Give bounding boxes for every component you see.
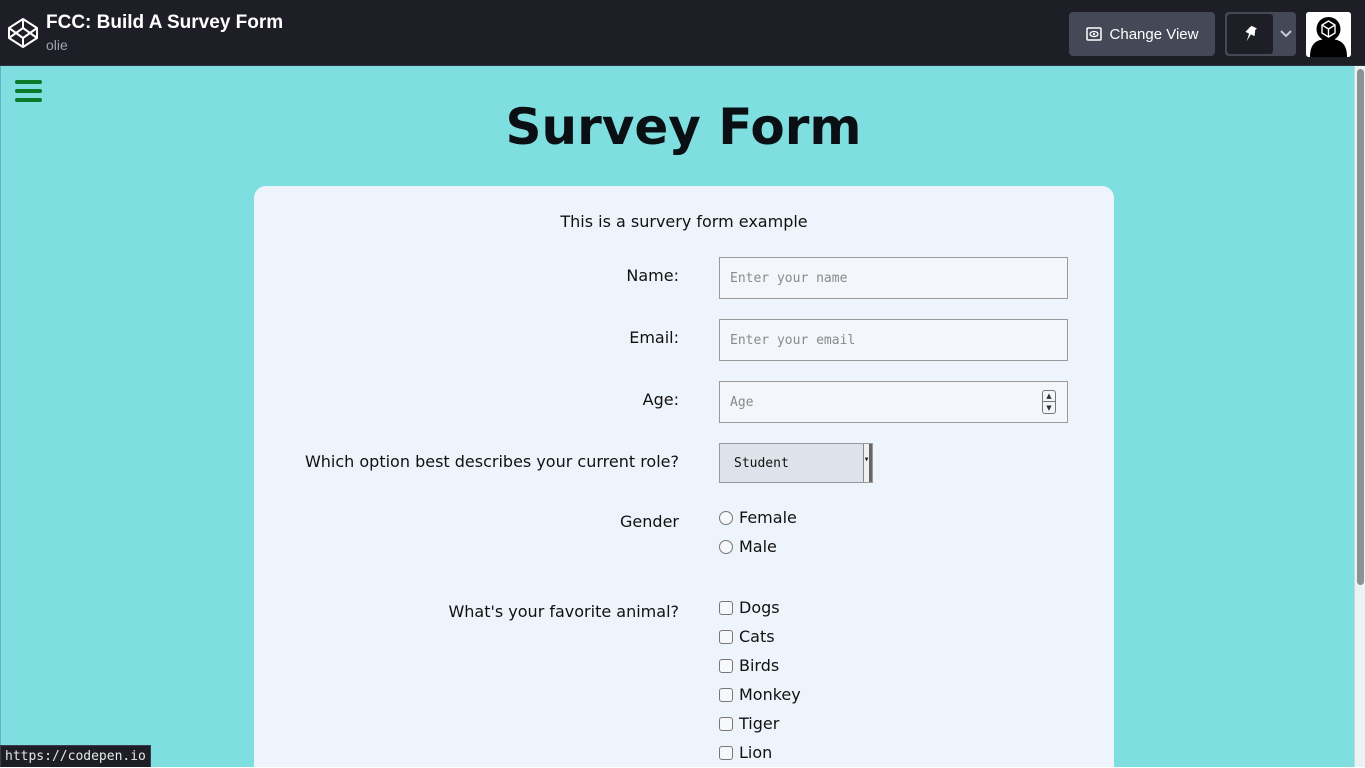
radio-button[interactable]: [719, 540, 733, 554]
animal-option-label: Tiger: [739, 714, 779, 733]
avatar-icon: [1306, 12, 1351, 57]
animal-option[interactable]: Lion: [719, 743, 772, 762]
animal-option-label: Lion: [739, 743, 772, 762]
pin-menu-dropdown[interactable]: [1275, 12, 1296, 56]
codepen-logo-icon[interactable]: [7, 17, 39, 49]
age-stepper[interactable]: ▲ ▼: [1042, 390, 1056, 414]
pen-author[interactable]: olie: [46, 37, 68, 53]
email-label: Email:: [629, 328, 679, 347]
page-title: Survey Form: [1, 98, 1365, 156]
animal-option-label: Monkey: [739, 685, 801, 704]
pin-button-group: [1225, 12, 1296, 56]
user-avatar[interactable]: [1306, 12, 1351, 57]
radio-button[interactable]: [719, 511, 733, 525]
pin-button[interactable]: [1227, 14, 1273, 54]
animal-option-label: Birds: [739, 656, 779, 675]
checkbox[interactable]: [719, 601, 733, 615]
animal-label: What's your favorite animal?: [448, 602, 679, 621]
checkbox[interactable]: [719, 746, 733, 760]
animal-option[interactable]: Cats: [719, 627, 775, 646]
survey-form-card: This is a survery form example Name: Ema…: [254, 186, 1114, 767]
animal-option[interactable]: Monkey: [719, 685, 801, 704]
preview-scrollbar[interactable]: [1354, 66, 1365, 767]
checkbox[interactable]: [719, 630, 733, 644]
pen-title[interactable]: FCC: Build A Survey Form: [46, 12, 283, 34]
age-label: Age:: [643, 390, 679, 409]
animal-option[interactable]: Tiger: [719, 714, 779, 733]
gender-label: Gender: [620, 512, 679, 531]
animal-option-label: Cats: [739, 627, 775, 646]
name-label: Name:: [626, 266, 679, 285]
checkbox[interactable]: [719, 688, 733, 702]
change-view-label: Change View: [1110, 26, 1199, 43]
name-input[interactable]: [719, 257, 1068, 299]
select-arrow-icon: ▼: [863, 444, 872, 482]
chevron-down-icon: [1280, 30, 1292, 38]
animal-option[interactable]: Birds: [719, 656, 779, 675]
animal-option[interactable]: Dogs: [719, 598, 780, 617]
gender-option-label: Male: [739, 537, 777, 556]
form-description: This is a survery form example: [254, 212, 1114, 231]
checkbox[interactable]: [719, 659, 733, 673]
status-bar-url: https://codepen.io: [0, 745, 151, 767]
email-input[interactable]: [719, 319, 1068, 361]
gender-option-label: Female: [739, 508, 797, 527]
gender-option[interactable]: Male: [719, 537, 777, 556]
pen-preview: Survey Form This is a survery form examp…: [0, 66, 1365, 767]
eye-box-icon: [1086, 27, 1102, 41]
stepper-down-icon[interactable]: ▼: [1043, 402, 1055, 413]
pin-icon: [1242, 25, 1258, 43]
checkbox[interactable]: [719, 717, 733, 731]
role-select[interactable]: Student ▼: [719, 443, 873, 483]
role-label: Which option best describes your current…: [305, 452, 679, 471]
stepper-up-icon[interactable]: ▲: [1043, 391, 1055, 402]
change-view-button[interactable]: Change View: [1069, 12, 1215, 56]
animal-option-label: Dogs: [739, 598, 780, 617]
scrollbar-thumb[interactable]: [1357, 69, 1364, 585]
age-input[interactable]: [719, 381, 1068, 423]
role-select-value: Student: [734, 456, 789, 471]
codepen-header: FCC: Build A Survey Form olie Change Vie…: [0, 0, 1365, 66]
gender-option[interactable]: Female: [719, 508, 797, 527]
